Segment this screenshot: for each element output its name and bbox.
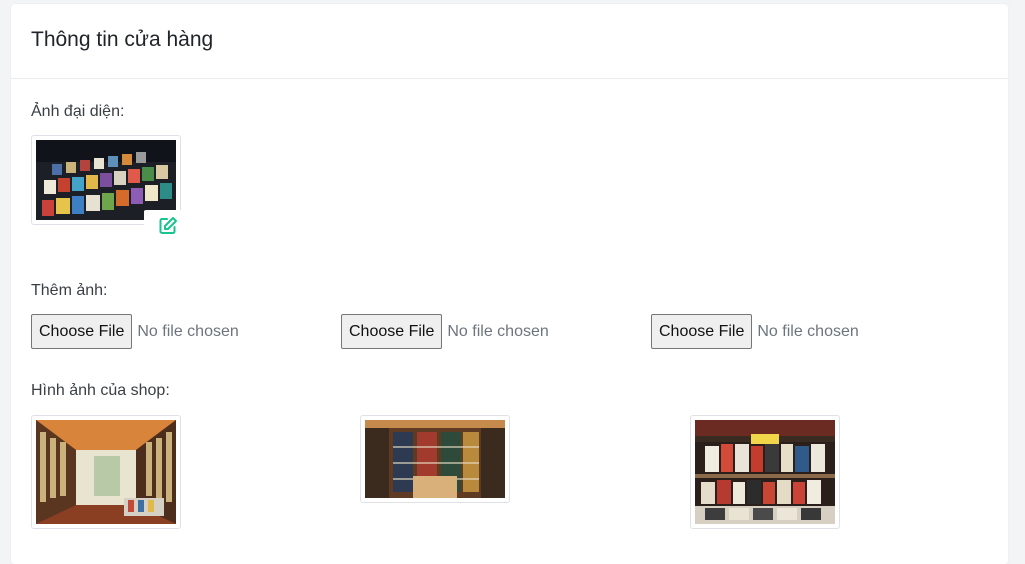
edit-icon	[159, 217, 177, 234]
choose-file-button-1[interactable]: Choose File	[31, 314, 133, 349]
file-input-2[interactable]: Choose File No file chosen	[341, 314, 549, 349]
file-input-3[interactable]: Choose File No file chosen	[651, 314, 859, 349]
choose-file-button-3[interactable]: Choose File	[651, 314, 753, 349]
store-info-card: Thông tin cửa hàng Ảnh đại diện: Thêm ản…	[11, 4, 1008, 564]
choose-file-button-2[interactable]: Choose File	[341, 314, 443, 349]
avatar-edit-button[interactable]	[144, 210, 192, 242]
card-header: Thông tin cửa hàng	[11, 4, 1008, 79]
file-status-1: No file chosen	[137, 322, 239, 340]
shop-photos-label: Hình ảnh của shop:	[31, 382, 170, 399]
shop-photo-3	[690, 415, 840, 529]
file-status-3: No file chosen	[757, 322, 859, 340]
page-title: Thông tin cửa hàng	[31, 28, 214, 51]
shop-photo-1	[31, 415, 181, 529]
file-input-1[interactable]: Choose File No file chosen	[31, 314, 239, 349]
avatar-label: Ảnh đại diện:	[31, 103, 125, 120]
add-photo-label: Thêm ảnh:	[31, 282, 108, 299]
shop-photo-2	[360, 415, 510, 503]
file-status-2: No file chosen	[447, 322, 549, 340]
